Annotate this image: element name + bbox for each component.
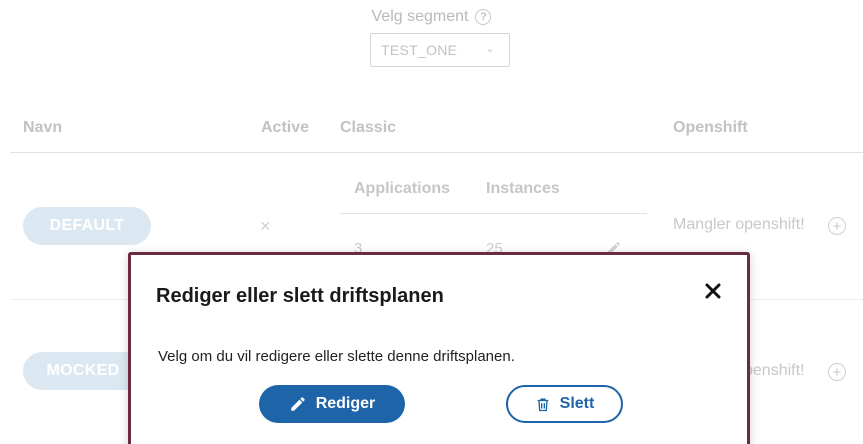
delete-button-label: Slett <box>559 395 595 412</box>
header-divider <box>10 152 863 153</box>
close-icon[interactable] <box>701 279 725 303</box>
subheader-applications: Applications <box>354 180 451 197</box>
inactive-x-mark: × <box>260 216 271 236</box>
pencil-icon <box>290 397 305 411</box>
badge-label: MOCKED <box>46 362 120 379</box>
header-active: Active <box>261 119 310 136</box>
modal-body-text: Velg om du vil redigere eller slette den… <box>158 348 515 365</box>
chevron-down-icon: ⌄ <box>485 43 495 55</box>
segment-selector-label-row: Velg segment ? <box>0 8 863 26</box>
modal-title: Rediger eller slett driftsplanen <box>156 285 444 307</box>
openshift-status: penshift! <box>744 362 805 379</box>
openshift-status: Mangler openshift! <box>673 216 805 233</box>
help-circle-icon[interactable]: ? <box>475 9 492 25</box>
segment-selected-value: TEST_ONE <box>381 42 458 58</box>
header-classic: Classic <box>340 119 397 136</box>
subheader-instances: Instances <box>486 180 560 197</box>
segment-select[interactable]: TEST_ONE ⌄ <box>370 33 510 67</box>
header-navn: Navn <box>23 119 63 136</box>
plus-circle-icon[interactable]: + <box>828 217 846 235</box>
delete-button[interactable]: Slett <box>506 385 623 423</box>
edit-button[interactable]: Rediger <box>259 385 405 423</box>
subheader-divider <box>340 213 647 214</box>
segment-badge-default[interactable]: DEFAULT <box>23 207 151 245</box>
segment-label: Velg segment <box>371 8 469 25</box>
badge-label: DEFAULT <box>49 217 125 234</box>
header-openshift: Openshift <box>673 119 748 136</box>
plus-circle-icon[interactable]: + <box>828 363 846 381</box>
trash-icon <box>537 398 548 411</box>
edit-delete-modal: Rediger eller slett driftsplanen Velg om… <box>128 252 750 444</box>
edit-button-label: Rediger <box>315 395 376 412</box>
segment-badge-mocked[interactable]: MOCKED <box>23 352 143 390</box>
